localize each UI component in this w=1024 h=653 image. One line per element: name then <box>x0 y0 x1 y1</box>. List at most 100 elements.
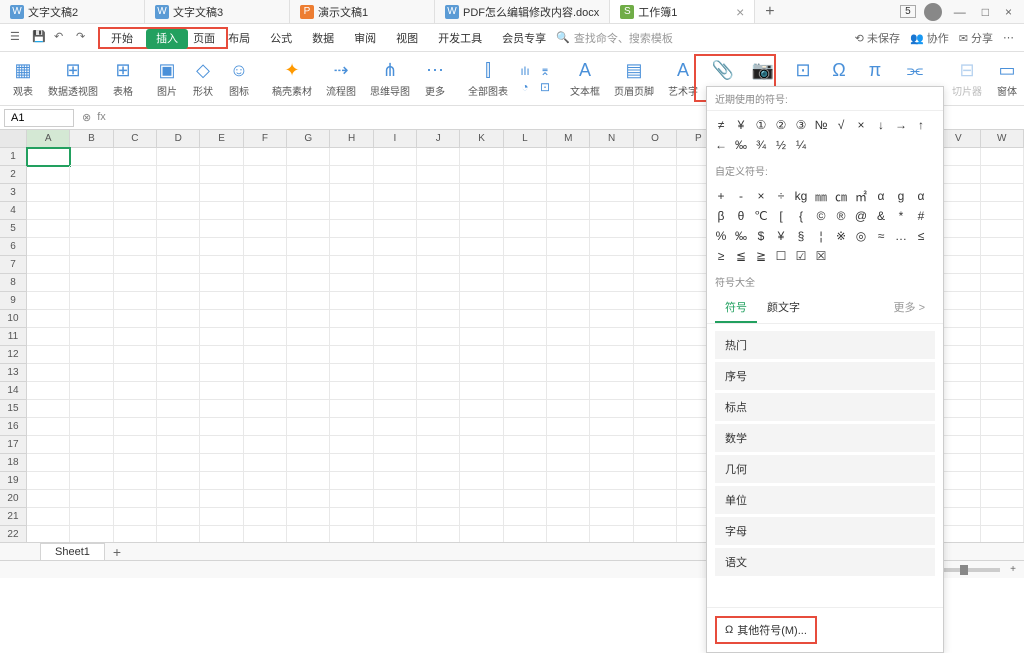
cell[interactable] <box>157 328 200 346</box>
cell[interactable] <box>547 238 590 256</box>
cell[interactable] <box>504 382 547 400</box>
cell[interactable] <box>114 220 157 238</box>
sheet-tab-1[interactable]: Sheet1 <box>40 543 105 560</box>
cell[interactable] <box>27 400 70 418</box>
cell[interactable] <box>330 490 373 508</box>
cell[interactable] <box>547 472 590 490</box>
area-chart-icon[interactable]: ⊡ <box>536 80 554 94</box>
cell[interactable] <box>374 346 417 364</box>
cell[interactable] <box>157 436 200 454</box>
row-header-13[interactable]: 13 <box>0 364 27 382</box>
symbol-item[interactable]: ② <box>771 115 791 135</box>
cell[interactable] <box>417 400 460 418</box>
ribbon-pivot-table[interactable]: ⊞数据透视图 <box>42 57 104 100</box>
cell[interactable] <box>634 238 677 256</box>
column-header-N[interactable]: N <box>590 130 633 147</box>
user-avatar[interactable] <box>924 3 942 21</box>
cell[interactable] <box>330 328 373 346</box>
cell[interactable] <box>981 274 1024 292</box>
cell[interactable] <box>157 472 200 490</box>
cell[interactable] <box>981 202 1024 220</box>
ribbon-table[interactable]: ⊞表格 <box>106 57 140 100</box>
cell[interactable] <box>460 472 503 490</box>
cell[interactable] <box>330 418 373 436</box>
cell[interactable] <box>547 454 590 472</box>
cell[interactable] <box>590 508 633 526</box>
cell[interactable] <box>417 292 460 310</box>
cell[interactable] <box>460 220 503 238</box>
cell[interactable] <box>460 238 503 256</box>
window-count-badge[interactable]: 5 <box>900 5 916 18</box>
cell[interactable] <box>157 490 200 508</box>
symbol-item[interactable]: ¼ <box>791 135 811 155</box>
cell[interactable] <box>417 328 460 346</box>
row-header-20[interactable]: 20 <box>0 490 27 508</box>
cell[interactable] <box>200 454 243 472</box>
cell[interactable] <box>330 472 373 490</box>
cell[interactable] <box>157 346 200 364</box>
menu-tab-review[interactable]: 审阅 <box>344 26 386 50</box>
row-header-14[interactable]: 14 <box>0 382 27 400</box>
cell[interactable] <box>590 490 633 508</box>
symbol-item[interactable]: ® <box>831 206 851 226</box>
cell[interactable] <box>244 346 287 364</box>
cell[interactable] <box>504 238 547 256</box>
cell[interactable] <box>634 382 677 400</box>
cell[interactable] <box>374 238 417 256</box>
cell[interactable] <box>590 346 633 364</box>
symbol-item[interactable]: # <box>911 206 931 226</box>
cell[interactable] <box>27 202 70 220</box>
cell[interactable] <box>547 328 590 346</box>
cell[interactable] <box>330 346 373 364</box>
row-header-3[interactable]: 3 <box>0 184 27 202</box>
symbol-item[interactable]: $ <box>751 226 771 246</box>
file-tab-5-active[interactable]: S 工作簿1 × <box>610 0 755 23</box>
cell[interactable] <box>417 310 460 328</box>
cell[interactable] <box>460 508 503 526</box>
cell[interactable] <box>330 454 373 472</box>
cell[interactable] <box>114 166 157 184</box>
symbol-item[interactable]: ≦ <box>731 246 751 266</box>
cell[interactable] <box>244 256 287 274</box>
undo-icon[interactable]: ↶ <box>54 30 70 46</box>
cell[interactable] <box>287 220 330 238</box>
column-header-M[interactable]: M <box>547 130 590 147</box>
symbol-item[interactable]: × <box>751 186 771 206</box>
cell[interactable] <box>590 454 633 472</box>
row-header-18[interactable]: 18 <box>0 454 27 472</box>
cell[interactable] <box>244 328 287 346</box>
ribbon-pivot-chart[interactable]: ▦观表 <box>6 57 40 100</box>
cell[interactable] <box>504 454 547 472</box>
category-item[interactable]: 语文 <box>715 548 935 576</box>
cell[interactable] <box>417 184 460 202</box>
cell[interactable] <box>590 292 633 310</box>
cell[interactable] <box>634 292 677 310</box>
cell[interactable] <box>287 382 330 400</box>
cell[interactable] <box>590 418 633 436</box>
cell[interactable] <box>374 508 417 526</box>
line-chart-icon[interactable]: ⌆ <box>536 64 554 78</box>
cell[interactable] <box>330 292 373 310</box>
cell[interactable] <box>981 364 1024 382</box>
symbol-item[interactable]: ≠ <box>711 115 731 135</box>
row-header-4[interactable]: 4 <box>0 202 27 220</box>
cell[interactable] <box>287 148 330 166</box>
cell[interactable] <box>114 346 157 364</box>
cell[interactable] <box>114 202 157 220</box>
cell[interactable] <box>70 166 113 184</box>
ribbon-more[interactable]: ⋯更多 <box>418 57 452 100</box>
cell[interactable] <box>200 400 243 418</box>
symbol-item[interactable]: ≥ <box>711 246 731 266</box>
cell[interactable] <box>287 166 330 184</box>
cell[interactable] <box>70 418 113 436</box>
category-item[interactable]: 几何 <box>715 455 935 483</box>
column-header-J[interactable]: J <box>417 130 460 147</box>
menu-tab-formula[interactable]: 公式 <box>260 26 302 50</box>
cell[interactable] <box>460 166 503 184</box>
category-item[interactable]: 序号 <box>715 362 935 390</box>
cell[interactable] <box>114 364 157 382</box>
column-header-C[interactable]: C <box>114 130 157 147</box>
cell[interactable] <box>157 256 200 274</box>
column-header-K[interactable]: K <box>460 130 503 147</box>
row-header-11[interactable]: 11 <box>0 328 27 346</box>
